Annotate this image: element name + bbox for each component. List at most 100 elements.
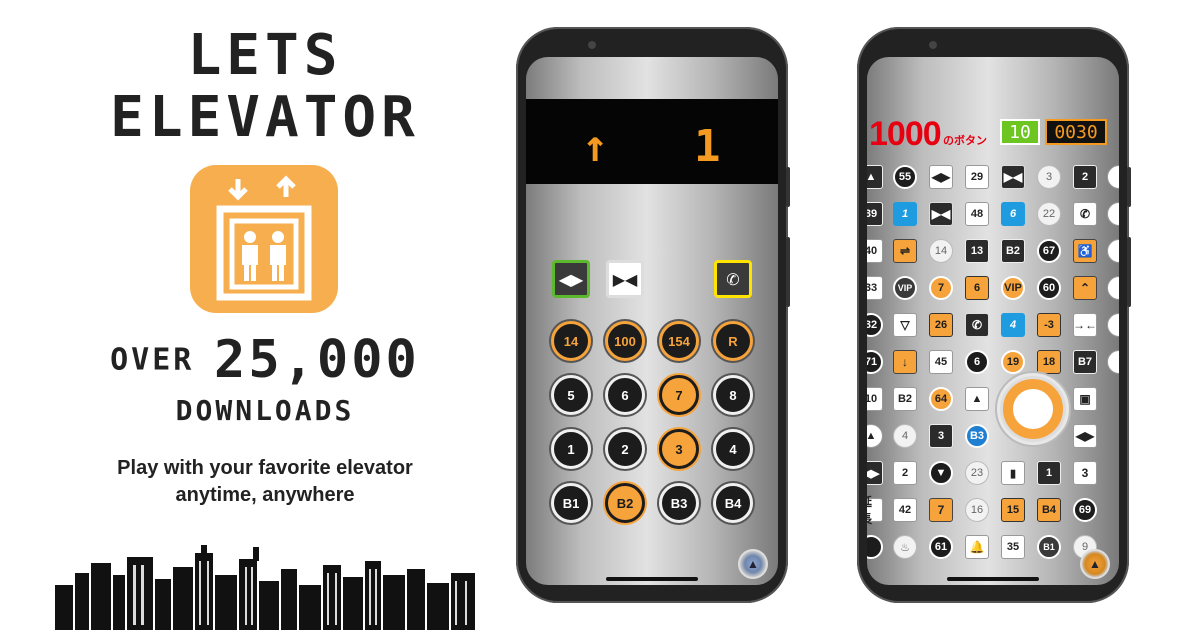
floor-button-3[interactable]: 3 [659,429,699,469]
grid-button-r1-c4[interactable]: 6 [1001,202,1025,226]
grid-button-r3-c4[interactable]: VIP [1001,276,1025,300]
grid-button-r0-c7[interactable] [1107,165,1119,189]
floor-button-6[interactable]: 6 [605,375,645,415]
grid-button-r1-c7[interactable] [1107,202,1119,226]
grid-button-r1-c2[interactable]: ▶◀ [929,202,953,226]
emergency-call-button[interactable]: ✆ [714,260,752,298]
floor-button-b1[interactable]: B1 [551,483,591,523]
grid-button-r4-c7[interactable] [1107,313,1119,337]
grid-button-r9-c6[interactable]: 69 [1073,498,1097,522]
door-close-button[interactable]: ▶◀ [606,260,644,298]
grid-button-r5-c6[interactable]: B7 [1073,350,1097,374]
floor-button-14[interactable]: 14 [551,321,591,361]
grid-button-r5-c1[interactable]: ↓ [893,350,917,374]
grid-button-r1-c0[interactable]: 39 [867,202,883,226]
grid-button-r7-c6[interactable]: ◀▶ [1073,424,1097,448]
grid-button-r3-c5[interactable]: 60 [1037,276,1061,300]
grid-button-r1-c5[interactable]: 22 [1037,202,1061,226]
grid-button-r0-c4[interactable]: ▶◀ [1001,165,1025,189]
grid-button-r9-c5[interactable]: B4 [1037,498,1061,522]
grid-button-r10-c3[interactable]: 🔔 [965,535,989,559]
grid-button-r7-c0[interactable]: ▲ [867,424,883,448]
grid-button-r8-c0[interactable]: ◀▶ [867,461,883,485]
grid-button-r0-c6[interactable]: 2 [1073,165,1097,189]
grid-button-r6-c0[interactable]: 10 [867,387,883,411]
floor-button-r[interactable]: R [713,321,753,361]
grid-button-r4-c2[interactable]: 26 [929,313,953,337]
floor-button-b3[interactable]: B3 [659,483,699,523]
floor-button-b2[interactable]: B2 [605,483,645,523]
grid-button-r6-c3[interactable]: ▲ [965,387,989,411]
grid-button-r9-c4[interactable]: 15 [1001,498,1025,522]
grid-button-r5-c4[interactable]: 19 [1001,350,1025,374]
grid-button-r8-c4[interactable]: ▮ [1001,461,1025,485]
door-open-button[interactable]: ◀▶ [552,260,590,298]
grid-button-r2-c6[interactable]: ♿ [1073,239,1097,263]
grid-button-r3-c3[interactable]: 6 [965,276,989,300]
grid-button-r10-c5[interactable]: B1 [1037,535,1061,559]
grid-button-r2-c2[interactable]: 14 [929,239,953,263]
grid-button-r8-c5[interactable]: 1 [1037,461,1061,485]
grid-button-r4-c0[interactable]: 32 [867,313,883,337]
grid-button-r9-c2[interactable]: 7 [929,498,953,522]
grid-button-r0-c1[interactable]: 55 [893,165,917,189]
grid-button-r5-c5[interactable]: 18 [1037,350,1061,374]
grid-button-r7-c3[interactable]: B3 [965,424,989,448]
grid-button-r2-c1[interactable]: ⇌ [893,239,917,263]
grid-button-r9-c0[interactable]: 延長 [867,495,883,526]
grid-button-r8-c1[interactable]: 2 [893,461,917,485]
grid-button-r3-c7[interactable] [1107,276,1119,300]
grid-button-r0-c0[interactable]: ▲ [867,165,883,189]
grid-button-r0-c5[interactable]: 3 [1037,165,1061,189]
grid-button-r5-c3[interactable]: 6 [965,350,989,374]
grid-button-r10-c0[interactable] [867,535,883,559]
grid-button-r8-c2[interactable]: ▼ [929,461,953,485]
floor-button-8[interactable]: 8 [713,375,753,415]
floor-button-154[interactable]: 154 [659,321,699,361]
grid-button-r0-c2[interactable]: ◀▶ [929,165,953,189]
grid-button-r8-c3[interactable]: 23 [965,461,989,485]
grid-button-r7-c2[interactable]: 3 [929,424,953,448]
grid-button-r10-c2[interactable]: 61 [929,535,953,559]
floor-button-b4[interactable]: B4 [713,483,753,523]
floor-button-4[interactable]: 4 [713,429,753,469]
grid-button-r3-c2[interactable]: 7 [929,276,953,300]
floor-button-2[interactable]: 2 [605,429,645,469]
grid-button-r1-c3[interactable]: 48 [965,202,989,226]
grid-button-r5-c2[interactable]: 45 [929,350,953,374]
grid-button-r9-c1[interactable]: 42 [893,498,917,522]
grid-button-r4-c3[interactable]: ✆ [965,313,989,337]
compass-menu-button[interactable]: ▲ [738,549,768,579]
grid-button-r4-c1[interactable]: ▽ [893,313,917,337]
grid-button-r1-c6[interactable]: ✆ [1073,202,1097,226]
grid-button-r9-c3[interactable]: 16 [965,498,989,522]
grid-button-r10-c4[interactable]: 35 [1001,535,1025,559]
grid-button-r5-c0[interactable]: 71 [867,350,883,374]
grid-button-r2-c4[interactable]: B2 [1001,239,1025,263]
floor-button-100[interactable]: 100 [605,321,645,361]
grid-button-r1-c1[interactable]: 1 [893,202,917,226]
grid-button-r4-c5[interactable]: -3 [1037,313,1061,337]
grid-button-r6-c6[interactable]: ▣ [1073,387,1097,411]
grid-button-r3-c1[interactable]: VIP [893,276,917,300]
grid-button-r10-c1[interactable]: ♨ [893,535,917,559]
floor-button-5[interactable]: 5 [551,375,591,415]
grid-button-r6-c1[interactable]: B2 [893,387,917,411]
grid-button-r4-c6[interactable]: →← [1073,313,1097,337]
compass-menu-button[interactable]: ▲ [1080,549,1110,579]
grid-button-r2-c5[interactable]: 67 [1037,239,1061,263]
grid-button-r6-c2[interactable]: 64 [929,387,953,411]
floor-button-7[interactable]: 7 [659,375,699,415]
grid-button-r8-c6[interactable]: 3 [1073,461,1097,485]
grid-button-r0-c3[interactable]: 29 [965,165,989,189]
grid-button-r2-c0[interactable]: 40 [867,239,883,263]
grid-button-r3-c6[interactable]: ⌃ [1073,276,1097,300]
ring-button[interactable] [1003,379,1063,439]
grid-button-r7-c1[interactable]: 4 [893,424,917,448]
grid-button-r2-c3[interactable]: 13 [965,239,989,263]
grid-button-r3-c0[interactable]: 33 [867,276,883,300]
floor-button-1[interactable]: 1 [551,429,591,469]
grid-button-r4-c4[interactable]: 4 [1001,313,1025,337]
grid-button-r2-c7[interactable] [1107,239,1119,263]
grid-button-r5-c7[interactable] [1107,350,1119,374]
